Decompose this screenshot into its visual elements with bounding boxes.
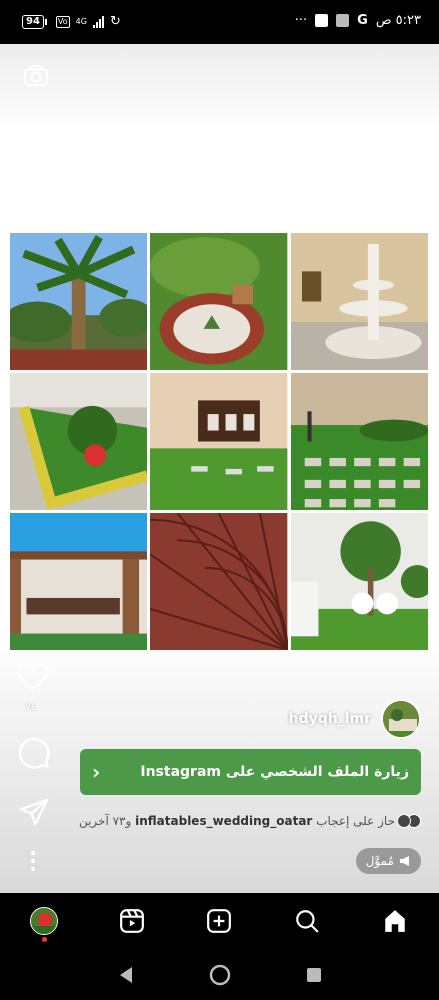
hedge-garden-photo xyxy=(10,373,148,510)
clock: ٥:٢٣ ص xyxy=(375,13,421,28)
reels-icon xyxy=(119,909,144,933)
nav-profile[interactable] xyxy=(22,899,66,943)
nav-search[interactable] xyxy=(285,899,329,943)
notification-dot xyxy=(41,937,47,942)
sponsored-label: مُموَّل xyxy=(365,854,394,868)
liked-prefix: حاز على إعجاب xyxy=(316,814,395,828)
garden-bed-photo xyxy=(150,233,288,370)
recents-icon[interactable] xyxy=(306,967,322,983)
photo-collage xyxy=(10,233,428,650)
megaphone-icon xyxy=(400,856,409,866)
more-icon[interactable] xyxy=(28,849,38,873)
create-icon xyxy=(207,909,232,933)
lawn-wall-photo xyxy=(150,373,288,510)
home-icon xyxy=(385,910,405,932)
sponsored-badge[interactable]: مُموَّل xyxy=(355,848,421,874)
battery-indicator: 94 xyxy=(22,14,47,29)
gallery-notification-icon xyxy=(336,14,350,27)
chevron-right-icon: › xyxy=(92,760,101,784)
home-circle-icon[interactable] xyxy=(209,964,231,986)
nav-reels[interactable] xyxy=(110,899,154,943)
share-icon[interactable] xyxy=(18,796,50,828)
system-nav xyxy=(0,949,439,1000)
back-icon[interactable] xyxy=(118,966,134,984)
liked-user[interactable]: inflatables_wedding_oatar xyxy=(135,814,312,828)
bottom-nav xyxy=(0,893,439,949)
like-count: ٧٤ xyxy=(25,700,37,713)
liked-by-text: حاز على إعجاب inflatables_wedding_oatar … xyxy=(79,814,395,828)
author-avatar[interactable] xyxy=(381,699,421,739)
profile-avatar xyxy=(29,907,58,935)
fountain-photo xyxy=(290,233,428,370)
sphere-lights-photo xyxy=(290,513,428,650)
volte-icon: Vo xyxy=(55,15,70,28)
visit-profile-button[interactable]: › زيارة الملف الشخصي على Instagram xyxy=(80,749,421,795)
nav-create[interactable] xyxy=(197,899,241,943)
heart-icon[interactable] xyxy=(16,660,50,694)
reel-content[interactable]: ٧٤ hdyqh_lmr › زيارة الملف الشخصي على In… xyxy=(0,44,439,893)
network-type: 4G xyxy=(75,17,87,26)
comment-icon[interactable] xyxy=(17,736,51,770)
more-notifications: ··· xyxy=(294,13,308,28)
data-saver-icon: ↻ xyxy=(109,14,121,29)
nav-home[interactable] xyxy=(373,899,417,943)
liked-suffix: و٧٣ آخرين xyxy=(78,814,132,828)
status-bar: 94 Vo 4G ↻ ··· G ٥:٢٣ ص xyxy=(0,0,439,44)
pergola-photo xyxy=(10,513,148,650)
palm-tree-photo xyxy=(10,233,148,370)
liker-avatars xyxy=(397,814,421,828)
camera-icon[interactable] xyxy=(22,62,50,90)
liked-by-row[interactable]: حاز على إعجاب inflatables_wedding_oatar … xyxy=(79,814,421,828)
app-notification-icon xyxy=(315,14,329,27)
signal-icon xyxy=(92,15,104,28)
visit-profile-label: زيارة الملف الشخصي على Instagram xyxy=(140,764,409,780)
tiled-lawn-photo xyxy=(290,373,428,510)
google-icon: G xyxy=(357,13,368,28)
username[interactable]: hdyqh_lmr xyxy=(289,711,371,727)
stamped-concrete-photo xyxy=(150,513,288,650)
author-row[interactable]: hdyqh_lmr xyxy=(289,699,421,739)
search-icon xyxy=(296,910,319,933)
